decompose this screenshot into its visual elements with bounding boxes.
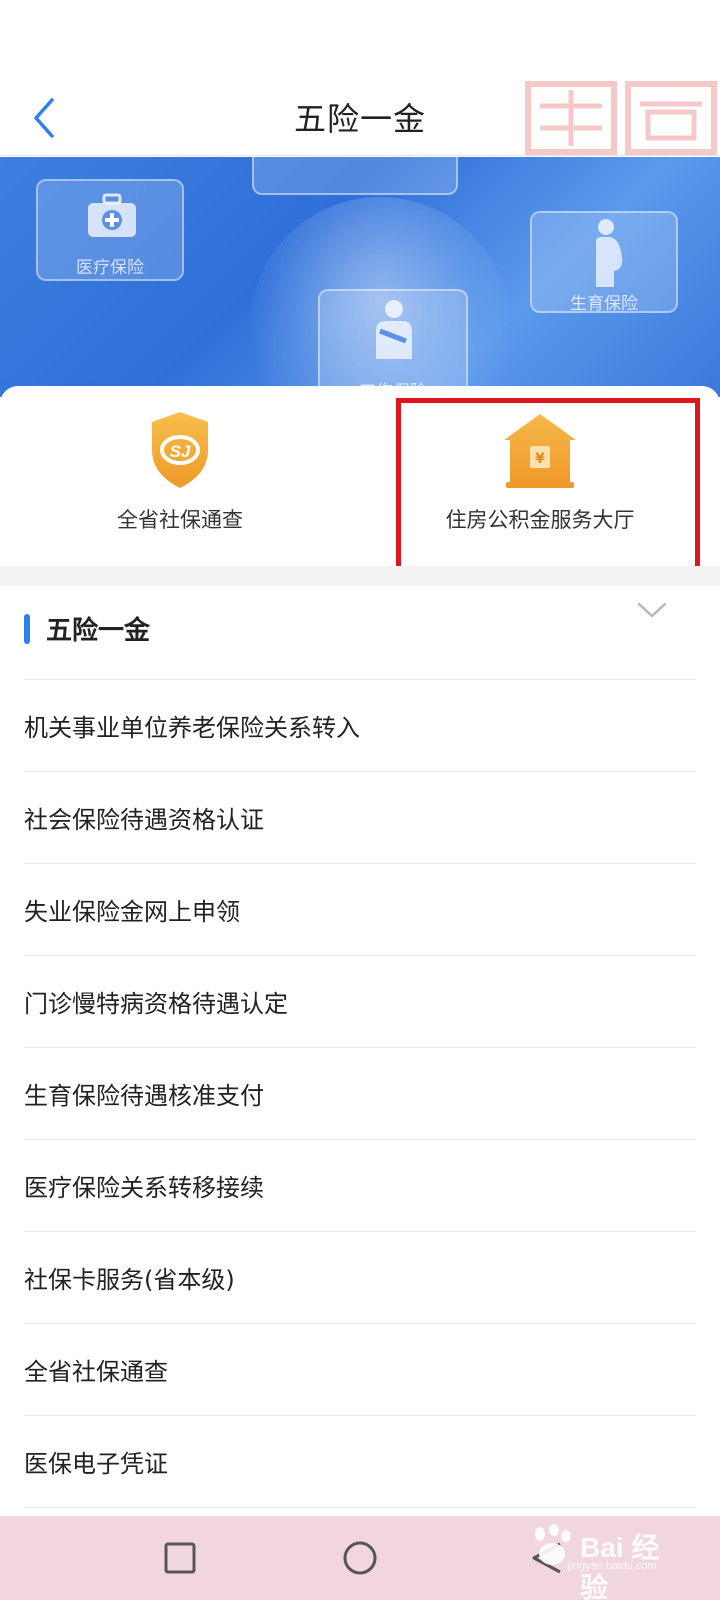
- banner-card-injury: 工伤保险: [318, 289, 468, 397]
- list-item-label: 失业保险金网上申领: [24, 898, 240, 926]
- baidu-jingyan-watermark: Bai 经验 jingyan.baidu.com: [524, 1520, 684, 1600]
- banner-card-label: 生育保险: [570, 294, 638, 314]
- pregnant-woman-icon: [596, 219, 623, 287]
- banner-card-medical: 医疗保险: [36, 179, 184, 281]
- banner-card-top: [252, 157, 458, 195]
- quick-action-housing-fund-hall[interactable]: ¥ 住房公积金服务大厅: [360, 386, 720, 566]
- list-item[interactable]: 生育保险待遇核准支付: [0, 1048, 720, 1140]
- list-item-label: 社保卡服务(省本级): [24, 1266, 235, 1294]
- quick-action-social-security-query[interactable]: SJ 全省社保通查: [0, 386, 360, 566]
- list-item[interactable]: 社保卡服务(省本级): [0, 1232, 720, 1324]
- list-item[interactable]: 社会保险待遇资格认证: [0, 772, 720, 864]
- social-security-shield-icon: SJ: [152, 412, 208, 488]
- list-item[interactable]: 医保电子凭证: [0, 1416, 720, 1508]
- hero-banner: 医疗保险 工伤保险 生育保险: [0, 157, 720, 397]
- list-item[interactable]: 全省社保通查: [0, 1324, 720, 1416]
- recent-apps-square-icon[interactable]: [158, 1536, 202, 1580]
- list-item-label: 机关事业单位养老保险关系转入: [24, 714, 360, 742]
- watermark-url: jingyan.baidu.com: [568, 1560, 657, 1572]
- section-accent-bar: [24, 614, 30, 644]
- injured-worker-icon: [376, 300, 412, 359]
- chevron-down-icon[interactable]: [636, 598, 668, 622]
- watermark-seal-icon: [525, 81, 717, 155]
- housing-fund-house-icon: ¥: [504, 414, 576, 488]
- list-item-label: 生育保险待遇核准支付: [24, 1082, 264, 1110]
- nav-bar: 五险一金: [0, 80, 720, 156]
- service-list: 机关事业单位养老保险关系转入 社会保险待遇资格认证 失业保险金网上申领 门诊慢特…: [0, 680, 720, 1508]
- section-gap: [0, 566, 720, 586]
- home-circle-icon[interactable]: [338, 1536, 382, 1580]
- list-item[interactable]: 医疗保险关系转移接续: [0, 1140, 720, 1232]
- list-item-label: 医保电子凭证: [24, 1450, 168, 1478]
- medical-kit-icon: [88, 193, 136, 237]
- quick-action-label: 住房公积金服务大厅: [445, 508, 635, 532]
- section-title: 五险一金: [46, 616, 151, 646]
- list-item-label: 医疗保险关系转移接续: [24, 1174, 264, 1202]
- banner-card-maternity: 生育保险: [530, 211, 678, 314]
- section-header: 五险一金: [0, 590, 720, 680]
- list-item-label: 社会保险待遇资格认证: [24, 806, 264, 834]
- list-item-label: 全省社保通查: [24, 1358, 168, 1386]
- svg-text:SJ: SJ: [170, 442, 191, 461]
- svg-text:¥: ¥: [535, 451, 545, 467]
- status-bar: [0, 0, 720, 80]
- list-item[interactable]: 失业保险金网上申领: [0, 864, 720, 956]
- quick-actions-panel: SJ 全省社保通查 ¥ 住房公积金服务大厅: [0, 386, 720, 566]
- banner-card-label: 医疗保险: [76, 258, 144, 278]
- quick-action-label: 全省社保通查: [117, 508, 243, 532]
- list-item[interactable]: 机关事业单位养老保险关系转入: [0, 680, 720, 772]
- list-item-label: 门诊慢特病资格待遇认定: [24, 990, 288, 1018]
- list-item[interactable]: 门诊慢特病资格待遇认定: [0, 956, 720, 1048]
